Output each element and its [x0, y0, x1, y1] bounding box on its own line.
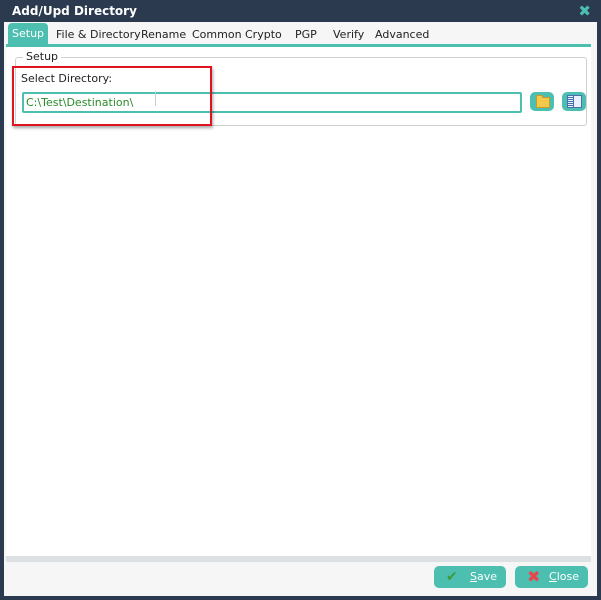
close-accel: C	[549, 570, 557, 583]
tab-verify[interactable]: Verify	[329, 25, 368, 44]
text-cursor	[155, 91, 156, 106]
close-icon[interactable]: ✖	[578, 2, 591, 20]
browse-list-icon	[567, 95, 582, 108]
tab-advanced[interactable]: Advanced	[371, 25, 433, 44]
folder-button[interactable]	[530, 92, 554, 111]
setup-panel: Setup Select Directory:	[6, 47, 591, 562]
title-bar: Add/Upd Directory ✖	[0, 0, 601, 22]
close-button[interactable]: ✖ Close	[515, 566, 588, 588]
tab-rename[interactable]: Rename	[137, 25, 190, 44]
tab-common[interactable]: Common	[188, 25, 246, 44]
x-icon: ✖	[527, 567, 541, 586]
dialog-body: Setup File & Directory Rename Common Cry…	[4, 22, 597, 596]
group-label: Setup	[23, 50, 62, 63]
close-label: lose	[556, 570, 579, 583]
browse-button[interactable]	[562, 92, 586, 111]
save-accel: S	[470, 570, 477, 583]
tab-pgp[interactable]: PGP	[291, 25, 321, 44]
tab-bar: Setup File & Directory Rename Common Cry…	[6, 23, 591, 45]
save-button[interactable]: ✔ Save	[434, 566, 506, 588]
window-title: Add/Upd Directory	[12, 4, 137, 18]
checkmark-icon: ✔	[446, 569, 458, 585]
tab-file-directory[interactable]: File & Directory	[52, 25, 145, 44]
setup-group: Setup Select Directory:	[15, 50, 587, 126]
select-directory-label: Select Directory:	[21, 72, 113, 85]
folder-icon	[536, 95, 550, 108]
save-label: ave	[476, 570, 498, 583]
directory-input[interactable]	[22, 92, 522, 113]
tab-crypto[interactable]: Crypto	[241, 25, 286, 44]
tab-setup[interactable]: Setup	[8, 23, 49, 44]
